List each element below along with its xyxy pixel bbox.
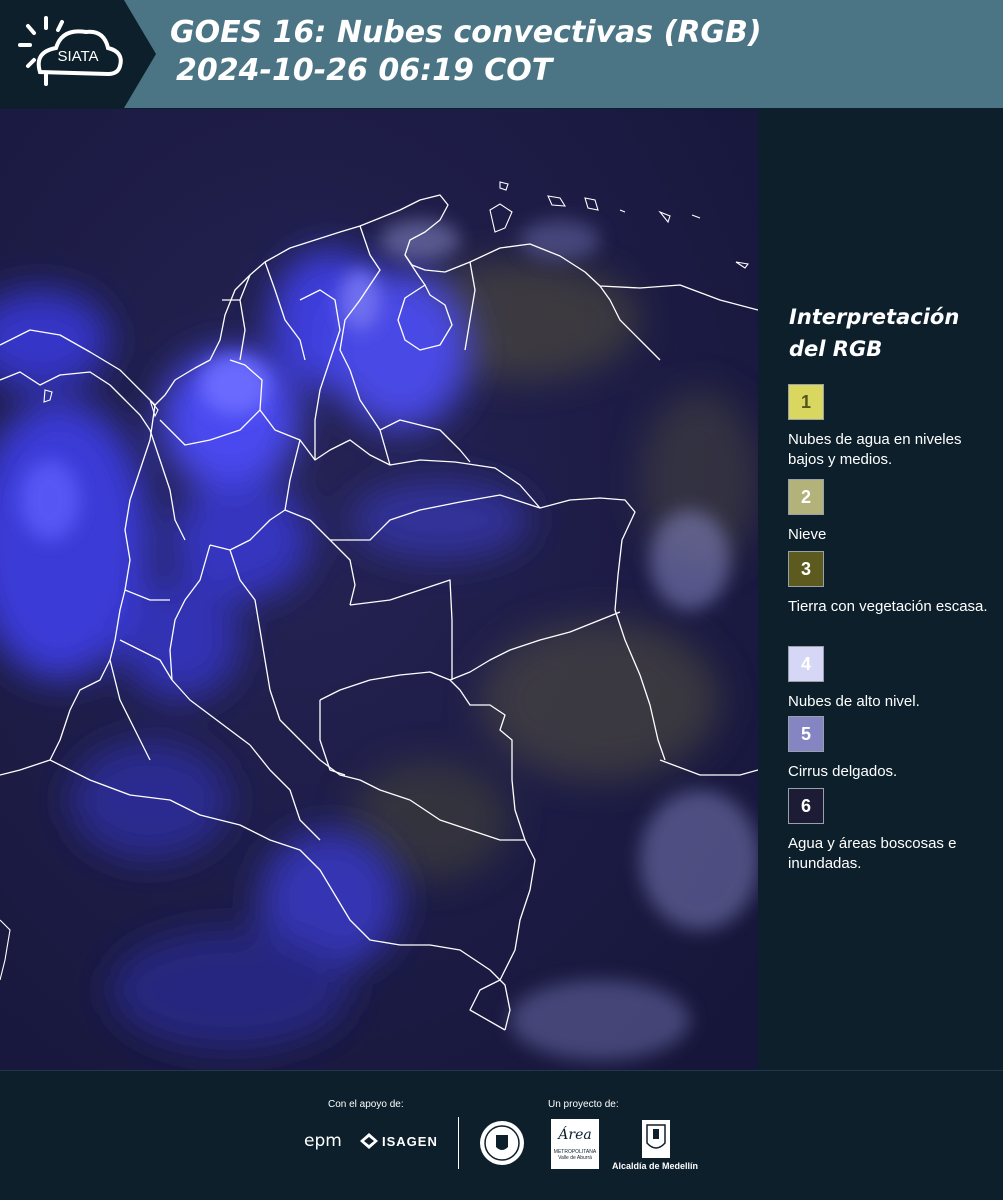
legend-swatch: 1 — [788, 384, 824, 420]
siata-logo: SIATA — [0, 0, 156, 108]
svg-text:SIATA: SIATA — [57, 48, 98, 65]
support-label: Con el apoyo de: — [328, 1099, 404, 1110]
area-logo-caption: METROPOLITANA Valle de Aburrá — [553, 1149, 597, 1161]
legend-title: Interpretación del RGB — [789, 305, 960, 361]
satellite-map — [0, 109, 758, 1070]
legend-swatch: 6 — [788, 788, 824, 824]
legend-item-2: 2 Nieve — [788, 479, 998, 545]
legend-swatch: 4 — [788, 646, 824, 682]
legend-label: Nubes de alto nivel. — [788, 693, 920, 710]
epm-logo: epm — [304, 1131, 342, 1151]
legend-swatch: 2 — [788, 479, 824, 515]
area-metropolitana-logo: Área METROPOLITANA Valle de Aburrá — [551, 1119, 599, 1169]
area-logo-text: Área — [558, 1127, 592, 1143]
legend-label: Agua y áreas boscosas e inundadas. — [788, 835, 957, 872]
project-label: Un proyecto de: — [548, 1099, 619, 1110]
alcaldia-shield-icon — [642, 1120, 670, 1158]
title-line-1: GOES 16: Nubes convectivas (RGB) — [170, 15, 762, 50]
footer-divider — [458, 1117, 459, 1169]
page-title: GOES 16: Nubes convectivas (RGB) 2024-10… — [170, 14, 762, 90]
isagen-logo: ISAGEN — [360, 1133, 438, 1149]
medellin-seal-icon — [480, 1121, 524, 1165]
legend-swatch: 5 — [788, 716, 824, 752]
legend-item-5: 5 Cirrus delgados. — [788, 716, 998, 782]
legend-item-4: 4 Nubes de alto nivel. — [788, 646, 998, 712]
legend-label: Cirrus delgados. — [788, 763, 898, 780]
legend-item-3: 3 Tierra con vegetación escasa. — [788, 551, 998, 617]
footer: Con el apoyo de: Un proyecto de: epm ISA… — [0, 1070, 1003, 1200]
satellite-product-page: SIATA GOES 16: Nubes convectivas (RGB) 2… — [0, 0, 1003, 1200]
legend-label: Nubes de agua en niveles bajos y medios. — [788, 431, 962, 468]
legend-item-1: 1 Nubes de agua en niveles bajos y medio… — [788, 384, 998, 470]
satellite-image — [0, 109, 758, 1070]
legend-item-6: 6 Agua y áreas boscosas e inundadas. — [788, 788, 998, 874]
legend-label: Tierra con vegetación escasa. — [788, 598, 988, 615]
isagen-name: ISAGEN — [382, 1133, 438, 1149]
header-bar: SIATA GOES 16: Nubes convectivas (RGB) 2… — [0, 0, 1003, 108]
legend-panel: Interpretación del RGB 1 Nubes de agua e… — [760, 109, 1003, 1070]
alcaldia-label: Alcaldía de Medellín — [612, 1161, 699, 1171]
legend-label: Nieve — [788, 526, 827, 543]
isagen-icon — [360, 1133, 378, 1149]
title-line-2: 2024-10-26 06:19 COT — [176, 53, 553, 88]
legend-swatch: 3 — [788, 551, 824, 587]
